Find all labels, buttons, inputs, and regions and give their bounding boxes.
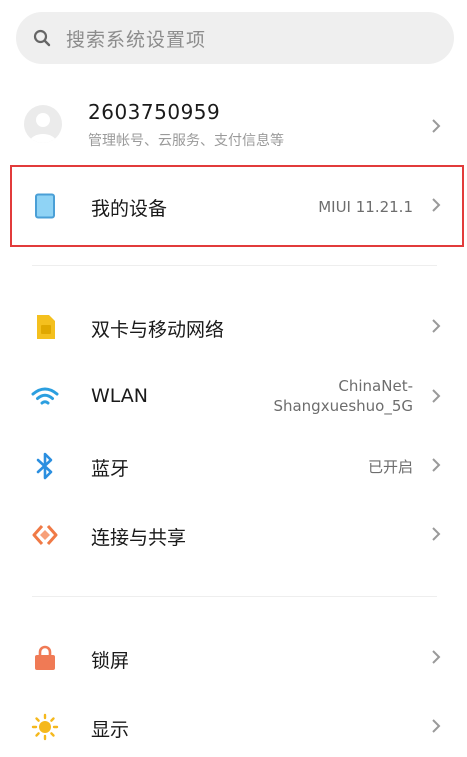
sun-icon — [30, 712, 60, 742]
chevron-right-icon — [432, 389, 441, 403]
highlight-box — [10, 165, 464, 247]
bluetooth-icon — [30, 451, 60, 481]
account-subtitle: 管理帐号、云服务、支付信息等 — [88, 133, 284, 149]
search-icon — [32, 28, 52, 48]
bluetooth-label: 蓝牙 — [91, 458, 130, 480]
chevron-right-icon — [432, 119, 441, 133]
sim-card-icon — [30, 312, 60, 342]
account-id: 2603750959 — [88, 100, 221, 124]
connection-share-icon — [30, 520, 60, 550]
avatar — [24, 105, 62, 143]
wlan-network-line2: Shangxueshuo_5G — [273, 397, 413, 415]
wlan-label: WLAN — [91, 385, 149, 407]
display-label: 显示 — [91, 719, 130, 741]
sim-network-row[interactable]: 双卡与移动网络 — [0, 294, 467, 360]
chevron-right-icon — [432, 458, 441, 472]
lock-screen-row[interactable]: 锁屏 — [0, 625, 467, 691]
wifi-icon — [30, 382, 60, 412]
chevron-right-icon — [432, 319, 441, 333]
sim-network-label: 双卡与移动网络 — [91, 319, 225, 341]
chevron-right-icon — [432, 650, 441, 664]
wlan-network-name: ChinaNet- Shangxueshuo_5G — [273, 376, 413, 416]
connection-share-row[interactable]: 连接与共享 — [0, 502, 467, 568]
wlan-network-line1: ChinaNet- — [338, 377, 413, 395]
divider — [32, 265, 437, 266]
bluetooth-row[interactable]: 蓝牙 已开启 — [0, 433, 467, 499]
wlan-row[interactable]: WLAN ChinaNet- Shangxueshuo_5G — [0, 364, 467, 430]
display-row[interactable]: 显示 — [0, 694, 467, 757]
bluetooth-status: 已开启 — [367, 458, 413, 476]
connection-share-label: 连接与共享 — [91, 527, 187, 549]
search-bar[interactable]: 搜索系统设置项 — [16, 12, 454, 64]
account-row[interactable]: 2603750959 管理帐号、云服务、支付信息等 — [0, 88, 467, 162]
divider — [32, 596, 437, 597]
search-placeholder: 搜索系统设置项 — [66, 28, 207, 51]
chevron-right-icon — [432, 527, 441, 541]
lock-screen-label: 锁屏 — [91, 650, 130, 672]
lock-icon — [30, 643, 60, 673]
chevron-right-icon — [432, 719, 441, 733]
